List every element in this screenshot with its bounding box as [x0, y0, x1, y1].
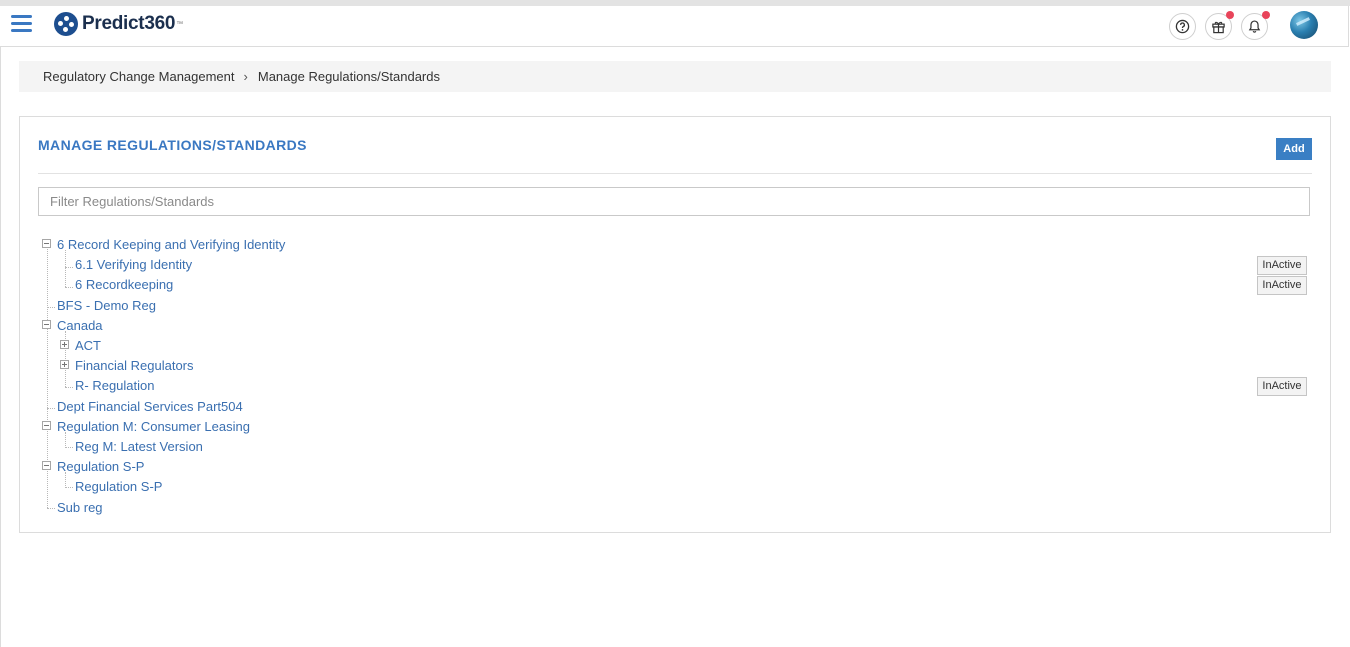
breadcrumb: Regulatory Change Management › Manage Re…	[19, 61, 1331, 92]
tree-connector	[65, 267, 73, 268]
tree-expand-toggle[interactable]	[60, 340, 69, 349]
tree-node[interactable]: 6 Recordkeeping	[75, 277, 173, 293]
page-title: MANAGE REGULATIONS/STANDARDS	[38, 137, 307, 153]
tree-node[interactable]: R- Regulation	[75, 378, 155, 394]
tree-expand-toggle[interactable]	[60, 360, 69, 369]
tree-node[interactable]: Regulation S-P	[75, 479, 162, 495]
status-badge: InActive	[1257, 276, 1307, 295]
tree-connector	[65, 487, 73, 488]
tree-node[interactable]: BFS - Demo Reg	[57, 298, 156, 314]
tree-node[interactable]: Regulation M: Consumer Leasing	[57, 419, 250, 435]
tree-connector	[47, 508, 55, 509]
brand-trademark: ™	[176, 20, 184, 28]
tree-connector	[65, 387, 73, 388]
bell-icon	[1248, 20, 1261, 33]
help-button[interactable]	[1169, 13, 1196, 40]
tree-collapse-toggle[interactable]	[42, 239, 51, 248]
tree-node[interactable]: Financial Regulators	[75, 358, 194, 374]
add-button[interactable]: Add	[1276, 138, 1312, 160]
tree-connector	[65, 287, 73, 288]
tree-connector	[65, 250, 66, 287]
page-left-border	[0, 47, 1, 647]
tree-node[interactable]: Reg M: Latest Version	[75, 439, 203, 455]
bell-notification-dot	[1262, 11, 1270, 19]
tree-connector	[65, 447, 73, 448]
whats-new-button[interactable]	[1205, 11, 1234, 40]
tree-collapse-toggle[interactable]	[42, 461, 51, 470]
tree-node[interactable]: Sub reg	[57, 500, 103, 516]
panel-divider	[38, 173, 1312, 174]
tree-node[interactable]: 6.1 Verifying Identity	[75, 257, 192, 273]
breadcrumb-item-regulatory-change-management[interactable]: Regulatory Change Management	[43, 69, 235, 84]
tree-node[interactable]: Canada	[57, 318, 103, 334]
tree-collapse-toggle[interactable]	[42, 320, 51, 329]
app-header: Predict360 ™	[0, 6, 1349, 47]
status-badge: InActive	[1257, 256, 1307, 275]
tree-connector	[47, 408, 55, 409]
help-icon	[1175, 19, 1190, 34]
gift-icon	[1212, 21, 1225, 34]
filter-input[interactable]	[38, 187, 1310, 216]
brand-name: Predict360	[82, 13, 176, 34]
notifications-button[interactable]	[1241, 11, 1270, 40]
user-avatar[interactable]	[1290, 11, 1318, 39]
tree-node[interactable]: ACT	[75, 338, 101, 354]
gift-notification-dot	[1226, 11, 1234, 19]
breadcrumb-item-current: Manage Regulations/Standards	[257, 69, 440, 84]
tree-node[interactable]: Regulation S-P	[57, 459, 144, 475]
tree-node[interactable]: Dept Financial Services Part504	[57, 399, 243, 415]
regulations-panel: MANAGE REGULATIONS/STANDARDS Add 6 Recor…	[19, 116, 1331, 533]
tree-node[interactable]: 6 Record Keeping and Verifying Identity	[57, 237, 285, 253]
tree-collapse-toggle[interactable]	[42, 421, 51, 430]
breadcrumb-separator: ›	[243, 69, 248, 84]
logo-mark-icon	[54, 12, 78, 36]
menu-icon[interactable]	[11, 15, 32, 33]
tree-connector	[47, 307, 55, 308]
status-badge: InActive	[1257, 377, 1307, 396]
brand-logo[interactable]: Predict360 ™	[54, 11, 183, 37]
